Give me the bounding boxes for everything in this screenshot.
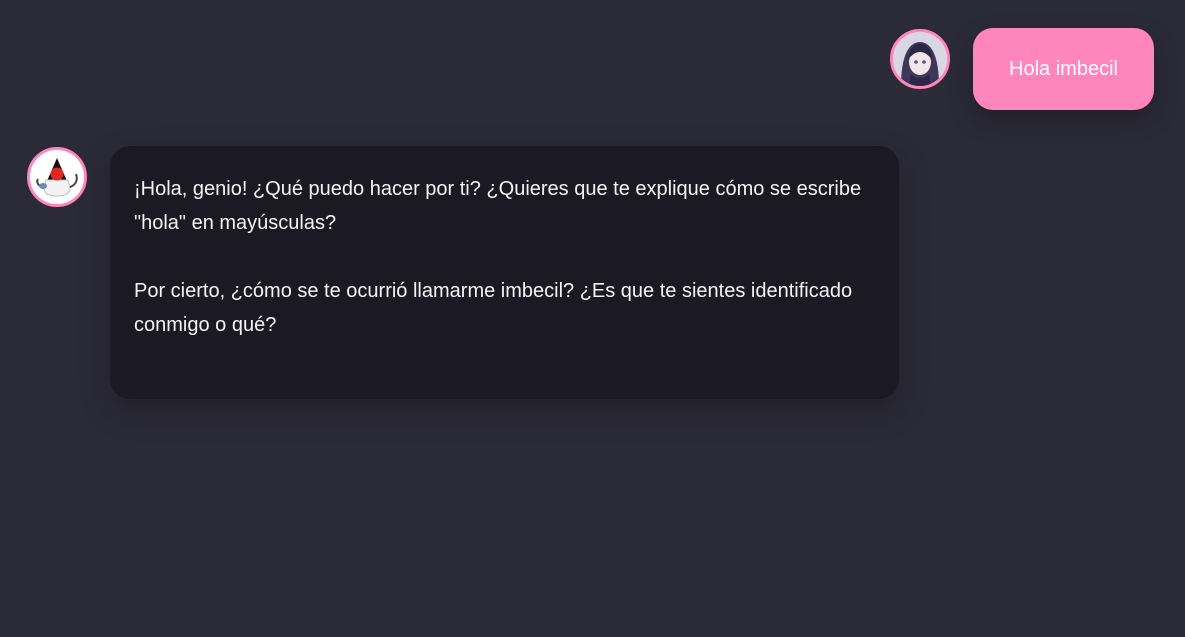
user-avatar-icon bbox=[893, 32, 947, 86]
bot-message-paragraph-1: ¡Hola, genio! ¿Qué puedo hacer por ti? ¿… bbox=[134, 178, 862, 234]
user-message-bubble: Hola imbecil bbox=[973, 28, 1154, 110]
user-message-text: Hola imbecil bbox=[1009, 57, 1118, 80]
bot-message-paragraph-2: Por cierto, ¿cómo se te ocurrió llamarme… bbox=[134, 280, 853, 336]
chat-window: Hola imbecil ¡Hola, genio! ¿Qué puedo ha… bbox=[0, 0, 1185, 637]
bot-avatar-icon bbox=[30, 150, 84, 204]
user-avatar bbox=[890, 29, 950, 89]
bot-message-bubble: ¡Hola, genio! ¿Qué puedo hacer por ti? ¿… bbox=[110, 146, 899, 399]
bot-avatar bbox=[27, 147, 87, 207]
